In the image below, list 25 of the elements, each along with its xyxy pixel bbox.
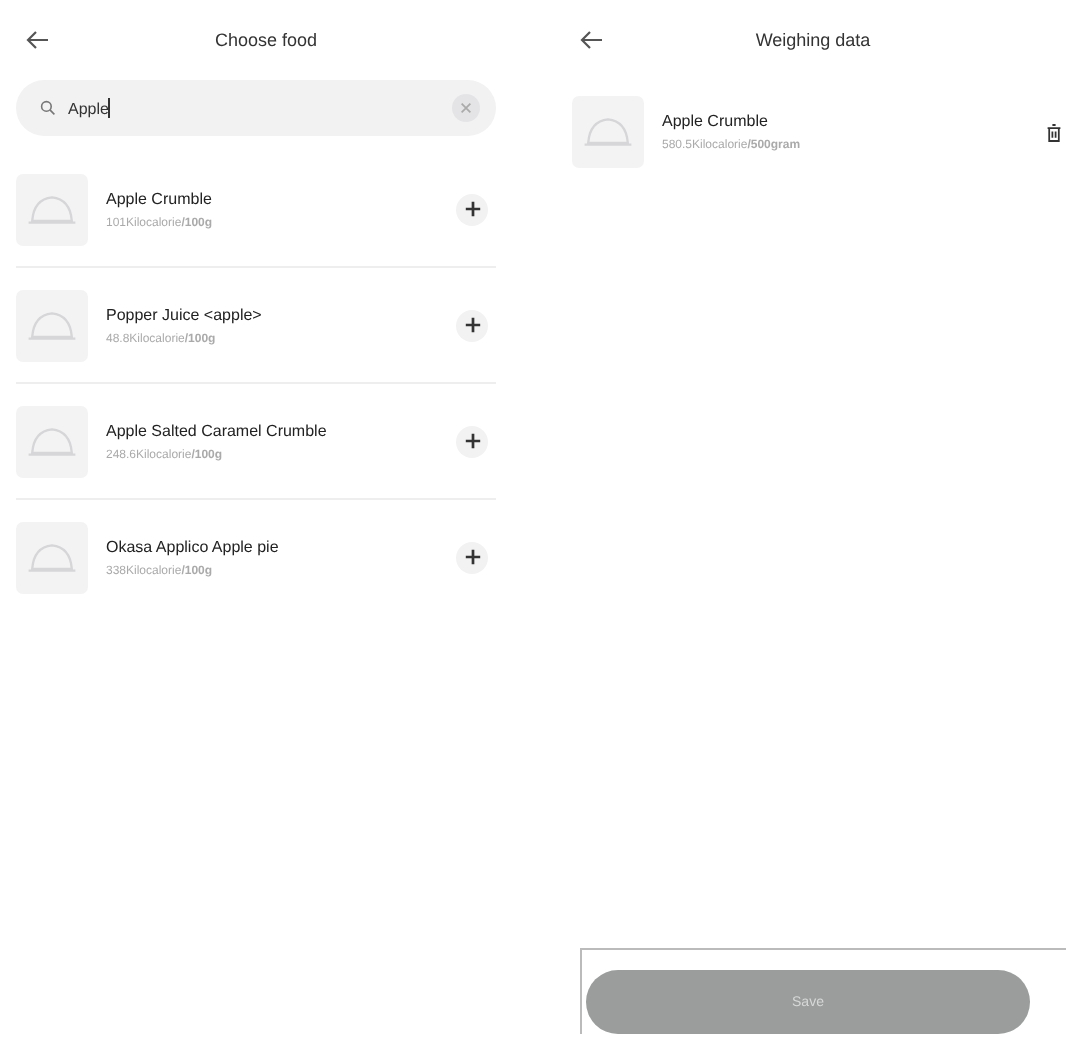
plus-icon — [463, 548, 481, 566]
plus-icon — [463, 200, 481, 218]
food-placeholder-icon — [16, 173, 88, 245]
search-icon — [40, 100, 56, 116]
plus-icon — [463, 432, 481, 450]
trash-icon[interactable] — [1046, 121, 1062, 143]
food-name: Popper Juice <apple> — [106, 305, 264, 323]
add-button[interactable] — [456, 541, 488, 573]
back-arrow-icon[interactable] — [26, 30, 50, 50]
back-arrow-icon[interactable] — [580, 30, 604, 50]
food-name: Okasa Applico Apple pie — [106, 537, 281, 555]
food-name: Apple Crumble — [106, 189, 214, 207]
food-placeholder-icon — [16, 405, 88, 477]
add-button[interactable] — [456, 425, 488, 457]
search-field[interactable]: Apple — [16, 80, 496, 136]
food-placeholder-icon — [16, 521, 88, 593]
plus-icon — [463, 316, 481, 334]
add-button[interactable] — [456, 193, 488, 225]
food-placeholder-icon — [16, 289, 88, 361]
page-title: Weighing data — [755, 30, 871, 50]
add-button[interactable] — [456, 309, 488, 341]
page-title: Choose food — [214, 30, 318, 50]
food-name: Apple Crumble — [662, 112, 770, 130]
food-placeholder-icon — [572, 96, 644, 168]
food-name: Apple Salted Caramel Crumble — [106, 421, 329, 439]
